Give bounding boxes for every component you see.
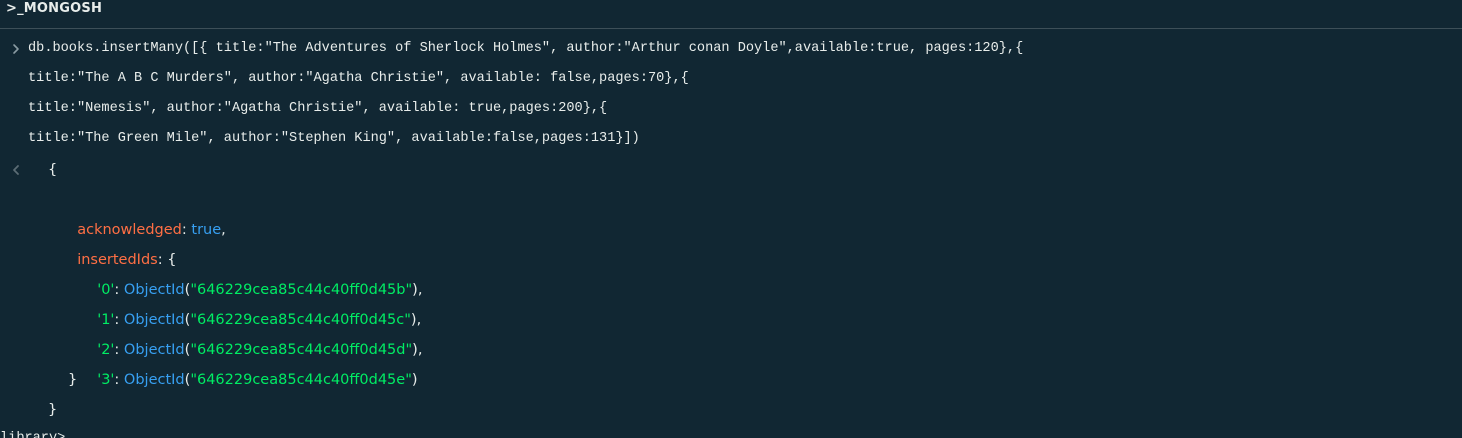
acknowledged-value: true [191,222,222,238]
inserted-ids-close-brace: } [68,372,78,388]
command-line-3: title:"Nemesis", author:"Agatha Christie… [28,101,608,116]
next-prompt[interactable]: library> [0,424,73,438]
shell-title: >_MONGOSH [6,1,103,16]
object-id-value: "646229cea85c44c40ff0d45e" [190,372,412,388]
object-id-fn: ObjectId [123,372,185,388]
result-close-brace: } [48,402,58,418]
inserted-ids-row: insertedIds: { [77,252,177,268]
chevron-left-icon [11,155,21,185]
object-id-key: '3' [97,372,115,388]
object-id-row: '2': ObjectId("646229cea85c44c40ff0d45d"… [97,342,423,358]
object-id-row: '3': ObjectId("646229cea85c44c40ff0d45e"… [97,372,418,388]
command-line-4: title:"The Green Mile", author:"Stephen … [28,131,640,146]
chevron-right-icon [11,34,21,64]
object-id-row: '0': ObjectId("646229cea85c44c40ff0d45b"… [97,282,423,298]
acknowledged-row: acknowledged: true, [77,222,226,238]
command-line-2: title:"The A B C Murders", author:"Agath… [28,71,689,86]
command-line-1: db.books.insertMany([{ title:"The Advent… [28,41,1024,56]
object-id-row: '1': ObjectId("646229cea85c44c40ff0d45c"… [97,312,422,328]
shell-header: >_MONGOSH [0,0,1462,29]
result-open-brace: { [48,162,58,178]
